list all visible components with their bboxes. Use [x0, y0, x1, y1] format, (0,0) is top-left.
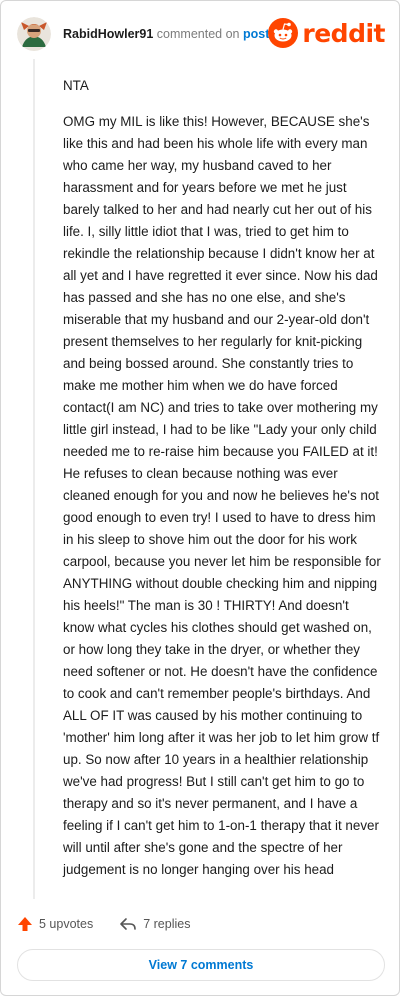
- post-link[interactable]: post: [243, 27, 269, 41]
- reply-count: 7 replies: [143, 917, 191, 931]
- comment-body: NTA OMG my MIL is like this! However, BE…: [63, 75, 381, 895]
- thread-line[interactable]: [33, 59, 35, 899]
- reply-button[interactable]: 7 replies: [119, 916, 190, 932]
- comment-card: RabidHowler91 commented on post reddit N…: [0, 0, 400, 996]
- upvote-button[interactable]: 5 upvotes: [17, 916, 93, 932]
- comment-actions: 5 upvotes 7 replies: [17, 913, 216, 935]
- upvote-arrow-icon: [18, 917, 32, 931]
- commented-on-text: commented on: [156, 27, 240, 41]
- reply-arrow-icon: [120, 918, 137, 930]
- comment-meta: RabidHowler91 commented on post: [63, 27, 269, 41]
- avatar[interactable]: [17, 17, 51, 51]
- reddit-wordmark: reddit: [302, 18, 385, 48]
- username-link[interactable]: RabidHowler91: [63, 27, 153, 41]
- comment-header: RabidHowler91 commented on post reddit: [17, 15, 385, 55]
- comment-paragraph: NTA: [63, 78, 89, 93]
- reddit-brand[interactable]: reddit: [268, 17, 385, 49]
- view-comments-button[interactable]: View 7 comments: [17, 949, 385, 981]
- reddit-logo-icon: [268, 18, 299, 48]
- upvote-count: 5 upvotes: [39, 917, 94, 931]
- comment-paragraph: OMG my MIL is like this! However, BECAUS…: [63, 114, 381, 877]
